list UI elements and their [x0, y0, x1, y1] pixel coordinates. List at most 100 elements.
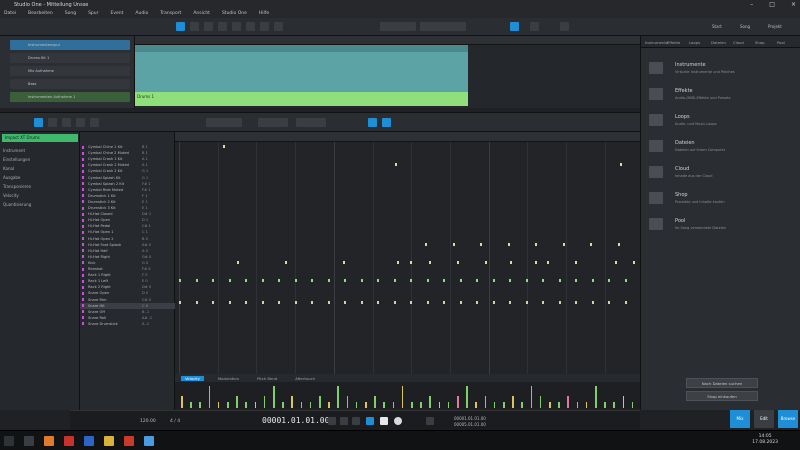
loop-end-display[interactable]: 00005.01.01.00: [454, 422, 486, 427]
clock[interactable]: 14:05 17.08.2023: [752, 434, 778, 446]
browser-item[interactable]: Dateien Dateien auf Ihrem Computer: [649, 138, 799, 160]
project-tab[interactable]: Projekt: [768, 24, 782, 29]
drums-clip[interactable]: Drums 1: [135, 92, 468, 106]
listen-tool-button[interactable]: [274, 22, 283, 31]
midi-note[interactable]: [343, 260, 345, 264]
midi-note[interactable]: [179, 279, 181, 283]
autoscroll-button[interactable]: [530, 22, 539, 31]
midi-note[interactable]: [179, 300, 181, 304]
edit-button[interactable]: Edit: [754, 410, 774, 428]
split-tool-button[interactable]: [204, 22, 213, 31]
browser-item[interactable]: Shop Produkte und Inhalte kaufen: [649, 190, 799, 212]
start-icon[interactable]: [4, 436, 14, 446]
velocity-bar[interactable]: [429, 396, 431, 408]
midi-note[interactable]: [624, 279, 627, 283]
browser-item[interactable]: Cloud Inhalte aus der Cloud: [649, 164, 799, 186]
midi-note[interactable]: [459, 279, 462, 283]
velocity-bar[interactable]: [503, 402, 505, 408]
velocity-bar[interactable]: [337, 386, 339, 408]
velocity-bar[interactable]: [484, 396, 487, 408]
midi-note[interactable]: [591, 300, 594, 304]
menu-item[interactable]: Ansicht: [193, 11, 210, 16]
editor-arrow-tool[interactable]: [34, 118, 43, 127]
velocity-lane[interactable]: [175, 382, 640, 408]
midi-note[interactable]: [480, 242, 482, 246]
browser-tab[interactable]: Shop: [755, 40, 765, 45]
midi-note[interactable]: [492, 300, 495, 304]
midi-note[interactable]: [575, 279, 577, 283]
browser-item[interactable]: Instrumente Virtuelle Instrumente und Pat…: [649, 60, 799, 82]
midi-note[interactable]: [393, 279, 396, 283]
velocity-bar[interactable]: [595, 386, 597, 408]
loop-follow-button[interactable]: [510, 22, 519, 31]
velocity-bar[interactable]: [530, 386, 533, 408]
app-icon[interactable]: [64, 436, 74, 446]
inspector-row[interactable]: Instrument: [3, 148, 25, 153]
editor-pencil-tool[interactable]: [48, 118, 57, 127]
midi-note[interactable]: [311, 279, 313, 283]
midi-note[interactable]: [558, 279, 561, 283]
midi-note[interactable]: [590, 242, 592, 246]
velocity-bar[interactable]: [631, 402, 634, 408]
return-icon[interactable]: [352, 417, 360, 425]
metronome-icon[interactable]: [426, 417, 434, 425]
menu-item[interactable]: Event: [111, 11, 124, 16]
browser-tab[interactable]: Dateien: [711, 40, 726, 45]
midi-note[interactable]: [575, 260, 577, 264]
start-tab[interactable]: Start: [712, 24, 722, 29]
velocity-bar[interactable]: [411, 402, 413, 408]
midi-note[interactable]: [608, 279, 610, 283]
editor-loop-button[interactable]: [382, 118, 391, 127]
lane-tab[interactable]: Aftertouch: [291, 376, 319, 381]
lane-tab[interactable]: Pitch Bend: [253, 376, 281, 381]
midi-note[interactable]: [285, 260, 287, 264]
midi-note[interactable]: [443, 300, 445, 304]
velocity-bar[interactable]: [613, 402, 615, 408]
arrange-ruler[interactable]: [135, 36, 640, 45]
midi-note[interactable]: [360, 279, 363, 283]
velocity-bar[interactable]: [365, 402, 367, 408]
velocity-bar[interactable]: [466, 386, 468, 408]
velocity-bar[interactable]: [346, 396, 349, 408]
browser-item[interactable]: Pool Im Song verwendete Dateien: [649, 216, 799, 238]
firefox-icon[interactable]: [44, 436, 54, 446]
editor-mute-tool[interactable]: [90, 118, 99, 127]
midi-note[interactable]: [542, 279, 544, 283]
play-button[interactable]: [380, 417, 388, 425]
lane-tab[interactable]: Velocity: [181, 375, 204, 381]
velocity-bar[interactable]: [475, 402, 477, 408]
velocity-bar[interactable]: [227, 402, 229, 408]
maximize-icon[interactable]: □: [769, 1, 775, 8]
midi-note[interactable]: [212, 279, 214, 283]
midi-note[interactable]: [228, 279, 231, 283]
velocity-bar[interactable]: [355, 402, 358, 408]
midi-note[interactable]: [294, 279, 297, 283]
midi-note[interactable]: [360, 300, 363, 304]
midi-note[interactable]: [237, 260, 239, 264]
velocity-bar[interactable]: [567, 396, 569, 408]
midi-note[interactable]: [195, 300, 198, 304]
midi-note[interactable]: [410, 279, 412, 283]
editor-ruler[interactable]: [175, 132, 640, 142]
midi-note[interactable]: [624, 300, 627, 304]
midi-note[interactable]: [608, 300, 610, 304]
midi-note[interactable]: [344, 279, 346, 283]
midi-note[interactable]: [294, 300, 297, 304]
midi-note[interactable]: [575, 300, 577, 304]
inspector-row[interactable]: Quantisierung: [3, 202, 31, 207]
inspector-row[interactable]: Kanal: [3, 166, 14, 171]
midi-note[interactable]: [410, 300, 412, 304]
midi-note[interactable]: [395, 163, 397, 167]
midi-note[interactable]: [327, 279, 330, 283]
menu-item[interactable]: Song: [65, 11, 76, 16]
velocity-bar[interactable]: [576, 402, 579, 408]
midi-note[interactable]: [377, 279, 379, 283]
velocity-bar[interactable]: [549, 402, 551, 408]
lane-tab[interactable]: Modulation: [214, 376, 243, 381]
inspector-row[interactable]: Velocity: [3, 193, 19, 198]
velocity-bar[interactable]: [273, 386, 275, 408]
note-grid[interactable]: [175, 132, 640, 374]
velocity-bar[interactable]: [539, 396, 542, 408]
editor-quantize-field[interactable]: [206, 118, 242, 127]
rewind-icon[interactable]: [328, 417, 336, 425]
